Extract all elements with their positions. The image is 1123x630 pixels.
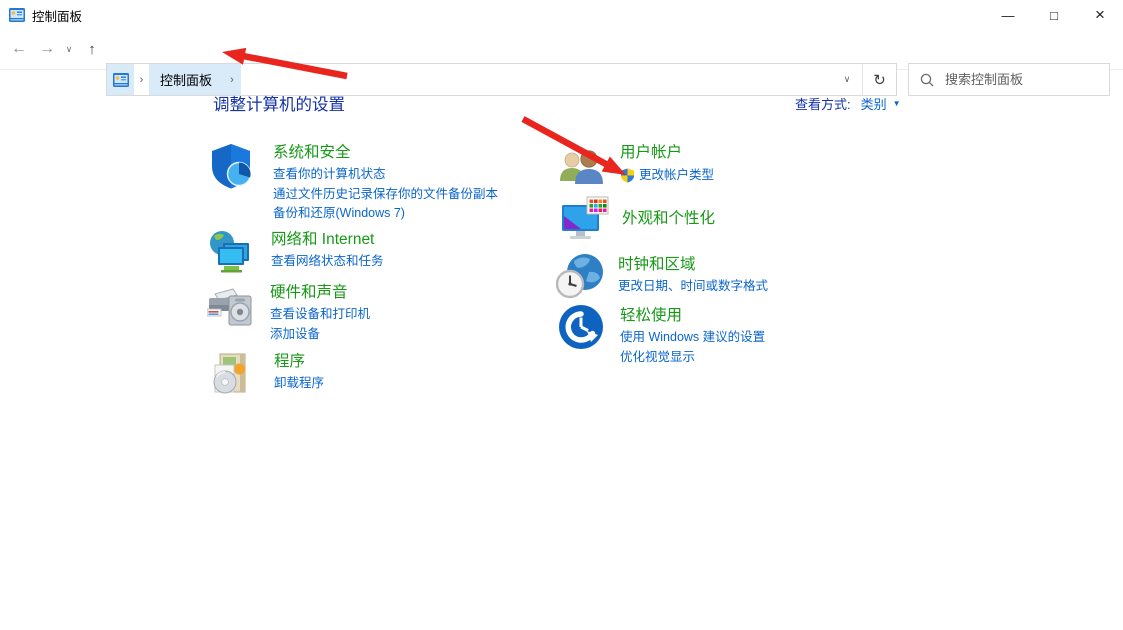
task-link[interactable]: 卸载程序 [274,374,324,394]
up-button[interactable]: ↑ [80,30,104,68]
hardware-sound-icon[interactable] [207,283,270,344]
back-button[interactable]: ← [6,30,32,68]
breadcrumb-chevron-icon[interactable]: › [134,64,149,95]
view-by-category-dropdown[interactable]: 类别 [861,94,887,113]
window-title: 控制面板 [32,9,83,24]
search-box[interactable] [908,63,1123,96]
task-link[interactable]: 更改帐户类型 [639,166,714,186]
clock-region-icon[interactable] [556,252,618,299]
category-title[interactable]: 程序 [274,352,305,372]
category-appearance-personalization: 外观和个性化 [560,195,715,243]
category-hardware-sound: 硬件和声音 查看设备和打印机 添加设备 [207,283,370,344]
user-accounts-icon[interactable] [558,143,620,187]
category-network-internet: 网络和 Internet 查看网络状态和任务 [208,230,384,273]
title-bar: 控制面板 — □ × [0,0,1123,30]
ease-of-access-icon[interactable] [558,304,620,367]
refresh-icon[interactable]: ↻ [863,64,896,95]
category-system-security: 系统和安全 查看你的计算机状态 通过文件历史记录保存你的文件备份副本 备份和还原… [210,143,498,224]
uac-shield-icon [620,168,635,183]
page-title: 调整计算机的设置 [213,96,345,114]
forward-button[interactable]: → [34,30,60,68]
task-link[interactable]: 通过文件历史记录保存你的文件备份副本 [273,185,498,205]
category-title[interactable]: 时钟和区域 [618,255,696,275]
view-by-control: 查看方式: 类别 ▼ [795,94,901,113]
task-link[interactable]: 优化视觉显示 [620,348,765,368]
recent-pages-dropdown-icon[interactable]: ∨ [60,30,78,68]
chevron-down-icon[interactable]: ▼ [893,99,901,108]
task-link[interactable]: 使用 Windows 建议的设置 [620,328,765,348]
category-user-accounts: 用户帐户 更改帐户类型 [558,143,714,187]
category-title[interactable]: 用户帐户 [620,143,682,163]
category-clock-region: 时钟和区域 更改日期、时间或数字格式 [556,252,768,299]
task-link[interactable]: 查看网络状态和任务 [271,252,384,272]
search-icon [920,73,934,87]
view-by-label: 查看方式: [795,97,851,112]
task-link[interactable]: 备份和还原(Windows 7) [273,204,498,224]
maximize-button[interactable]: □ [1031,0,1077,30]
control-panel-icon [9,8,25,22]
category-programs: 程序 卸载程序 [211,352,324,396]
category-title[interactable]: 系统和安全 [273,143,351,163]
category-ease-of-access: 轻松使用 使用 Windows 建议的设置 优化视觉显示 [558,304,765,367]
task-link[interactable]: 查看设备和打印机 [270,305,370,325]
navigation-bar: ← → ∨ ↑ › 控制面板 › ∨ ↻ [0,30,1123,96]
address-dropdown-icon[interactable]: ∨ [832,64,862,95]
task-link[interactable]: 添加设备 [270,325,370,345]
task-link[interactable]: 更改日期、时间或数字格式 [618,277,768,297]
appearance-personalization-icon[interactable] [560,195,622,243]
breadcrumb-control-panel[interactable]: 控制面板 [149,64,224,95]
breadcrumb-control-panel-icon[interactable] [107,64,134,95]
category-title[interactable]: 网络和 Internet [271,230,374,250]
system-security-icon[interactable] [210,143,273,224]
programs-icon[interactable] [211,352,274,396]
task-link-change-account-type[interactable]: 更改帐户类型 [620,166,714,186]
task-link[interactable]: 查看你的计算机状态 [273,165,498,185]
close-button[interactable]: × [1077,0,1123,30]
search-input[interactable] [943,72,1123,87]
category-title[interactable]: 硬件和声音 [270,283,348,303]
minimize-button[interactable]: — [985,0,1031,30]
category-title[interactable]: 外观和个性化 [622,209,715,229]
network-internet-icon[interactable] [208,230,271,273]
category-title[interactable]: 轻松使用 [620,306,682,326]
